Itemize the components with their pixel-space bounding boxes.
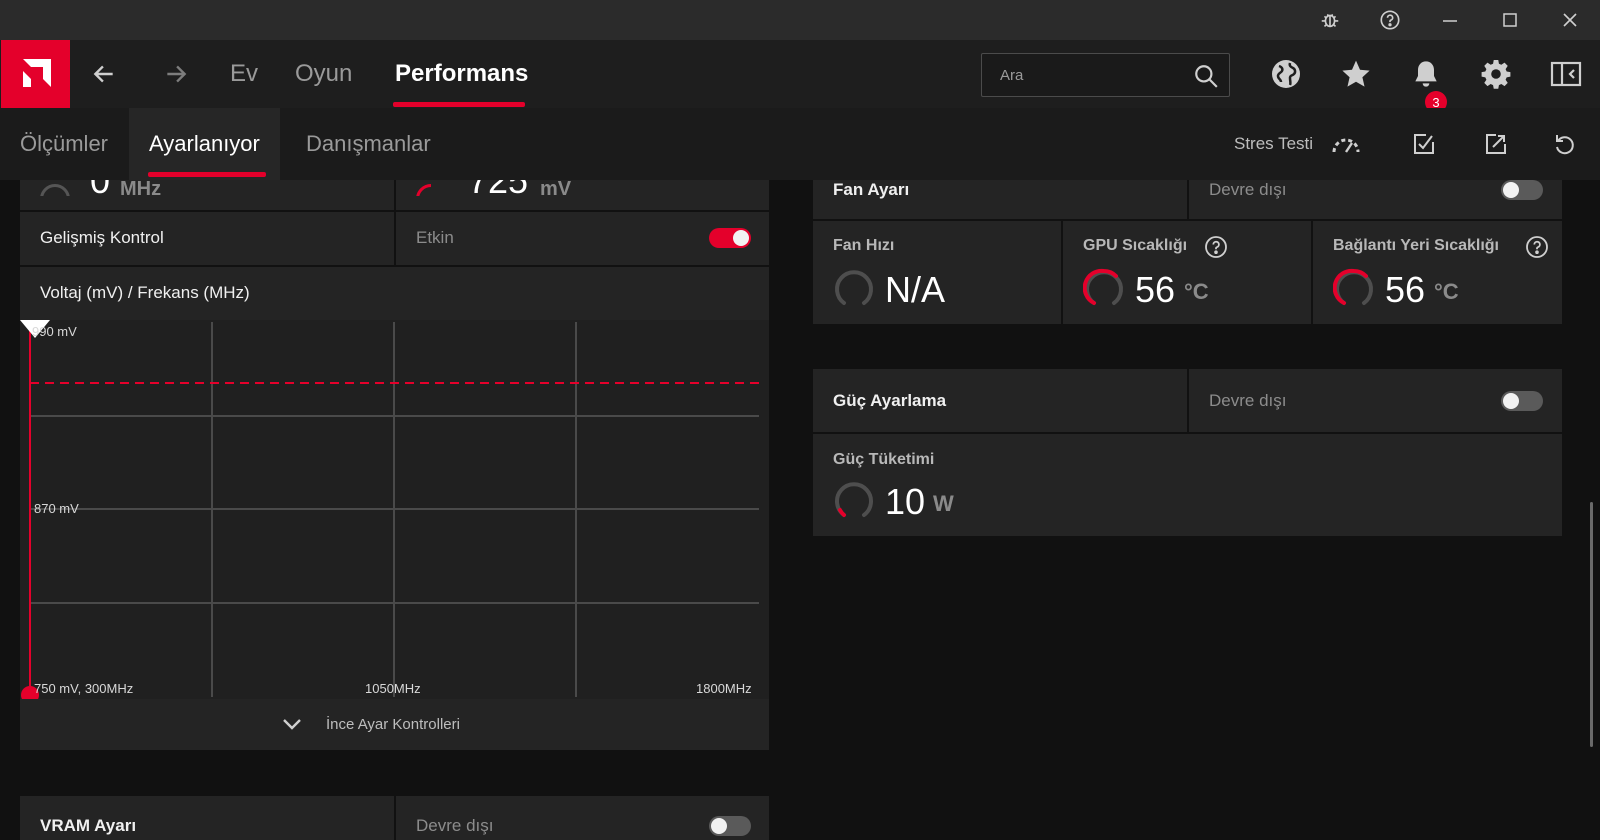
junction-temp-unit: °C (1434, 279, 1459, 304)
back-arrow-icon[interactable] (86, 56, 122, 92)
gpu-temp-help-icon[interactable] (1204, 235, 1228, 259)
x-start-label: 750 mV, 300MHz (34, 681, 134, 696)
nav-tab-oyun[interactable]: Oyun (295, 40, 352, 108)
min-clock-unit: MHz (120, 180, 162, 200)
curve-grid (20, 320, 759, 699)
power-tuning-label: Güç Ayarlama (833, 391, 947, 410)
settings-gear-icon[interactable] (1477, 55, 1515, 93)
voltage-value: 725 (468, 180, 529, 201)
junction-temp-value: 56 (1385, 269, 1426, 310)
power-consumption-card: Güç Tüketimi 10 W (813, 434, 1562, 536)
forward-arrow-icon[interactable] (158, 56, 194, 92)
active-subtab-indicator (148, 172, 266, 177)
y-top-label: 990 mV (32, 324, 77, 339)
stress-test-gauge-icon[interactable] (1330, 128, 1362, 160)
fan-tuning-label: Fan Ayarı (833, 180, 910, 199)
gpu-temp-gauge-icon (1083, 268, 1123, 305)
junction-temp-help-icon[interactable] (1525, 235, 1549, 259)
fan-speed-gauge-icon (835, 270, 873, 305)
curve-title: Voltaj (mV) / Frekans (MHz) (40, 283, 250, 302)
minimize-icon[interactable] (1430, 0, 1470, 40)
amd-logo[interactable] (1, 40, 70, 108)
stress-test-label[interactable]: Stres Testi (1234, 108, 1313, 180)
title-bar (0, 0, 1600, 40)
fan-speed-title: Fan Hızı (833, 237, 895, 254)
chevron-down-icon (283, 719, 301, 730)
voltage-frequency-curve[interactable]: 990 mV 870 mV 750 mV, 300MHz 1050MHz 180… (20, 320, 769, 699)
sub-tab-bar: Ölçümler Ayarlanıyor Danışmanlar Stres T… (0, 108, 1600, 180)
main-nav-bar: Ev Oyun Performans 3 (0, 40, 1600, 113)
advanced-control-label: Gelişmiş Kontrol (40, 228, 164, 247)
close-icon[interactable] (1550, 0, 1590, 40)
vertical-scrollbar[interactable] (1590, 502, 1593, 747)
nav-tab-performans[interactable]: Performans (395, 40, 528, 108)
clock-voltage-row-partial: 0 MHz 725 mV (20, 180, 769, 210)
x-end-label: 1800MHz (696, 681, 752, 696)
fan-speed-value: N/A (885, 269, 946, 310)
advanced-control-row: Gelişmiş Kontrol Etkin (20, 212, 769, 265)
tab-olcumler[interactable]: Ölçümler (20, 108, 108, 180)
nav-tab-ev[interactable]: Ev (230, 40, 258, 108)
active-tab-indicator (393, 102, 525, 107)
tab-danismanlar[interactable]: Danışmanlar (306, 108, 431, 180)
junction-temp-title: Bağlantı Yeri Sıcaklığı (1333, 237, 1499, 254)
power-tuning-toggle[interactable] (1501, 391, 1543, 411)
min-clock-value: 0 (90, 180, 111, 201)
voltage-unit: mV (540, 180, 572, 200)
maximize-icon[interactable] (1490, 0, 1530, 40)
power-tuning-row: Güç Ayarlama Devre dışı (813, 369, 1562, 432)
globe-icon[interactable] (1267, 55, 1305, 93)
power-consumption-title: Güç Tüketimi (833, 451, 935, 468)
voltage-gauge-icon (416, 184, 431, 196)
export-profile-icon[interactable] (1480, 128, 1512, 160)
vram-label: VRAM Ayarı (40, 816, 137, 835)
fine-tune-expander[interactable]: İnce Ayar Kontrolleri (20, 699, 769, 750)
vram-state: Devre dışı (416, 816, 494, 835)
search-icon[interactable] (1193, 63, 1219, 89)
fine-tune-label: İnce Ayar Kontrolleri (326, 716, 460, 733)
reset-icon[interactable] (1549, 128, 1581, 160)
fan-tuning-toggle[interactable] (1501, 180, 1543, 200)
clock-gauge-icon (40, 184, 70, 196)
gpu-temp-value: 56 (1135, 269, 1176, 310)
save-profile-icon[interactable] (1408, 128, 1440, 160)
power-consumption-value: 10 (885, 481, 926, 522)
curve-header: Voltaj (mV) / Frekans (MHz) (20, 267, 769, 320)
advanced-control-toggle[interactable] (709, 228, 751, 248)
power-consumption-gauge-icon (835, 482, 873, 517)
gpu-temp-unit: °C (1184, 279, 1209, 304)
vram-tuning-row: VRAM Ayarı Devre dışı (20, 796, 769, 840)
gpu-temp-card: GPU Sıcaklığı 56 °C (1063, 221, 1311, 324)
power-tuning-state: Devre dışı (1209, 391, 1287, 410)
search-input[interactable] (982, 54, 1182, 96)
help-icon[interactable] (1370, 0, 1410, 40)
junction-temp-card: Bağlantı Yeri Sıcaklığı 56 °C (1313, 221, 1562, 324)
gpu-temp-title: GPU Sıcaklığı (1083, 237, 1188, 254)
vram-toggle[interactable] (709, 816, 751, 836)
sidebar-toggle-icon[interactable] (1547, 55, 1585, 93)
advanced-control-state: Etkin (416, 228, 454, 247)
x-mid-label: 1050MHz (365, 681, 421, 696)
tab-ayarlaniyor[interactable]: Ayarlanıyor (129, 108, 280, 180)
notifications-bell-icon[interactable] (1407, 55, 1445, 93)
bug-report-icon[interactable] (1310, 0, 1350, 40)
favorites-star-icon[interactable] (1337, 55, 1375, 93)
fan-tuning-state: Devre dışı (1209, 180, 1287, 199)
junction-temp-gauge-icon (1333, 268, 1373, 305)
y-mid-label: 870 mV (34, 501, 79, 516)
search-box[interactable] (981, 53, 1230, 97)
power-consumption-unit: W (933, 491, 954, 516)
fan-speed-card: Fan Hızı N/A (813, 221, 1061, 324)
fan-tuning-row: Fan Ayarı Devre dışı (813, 180, 1562, 219)
